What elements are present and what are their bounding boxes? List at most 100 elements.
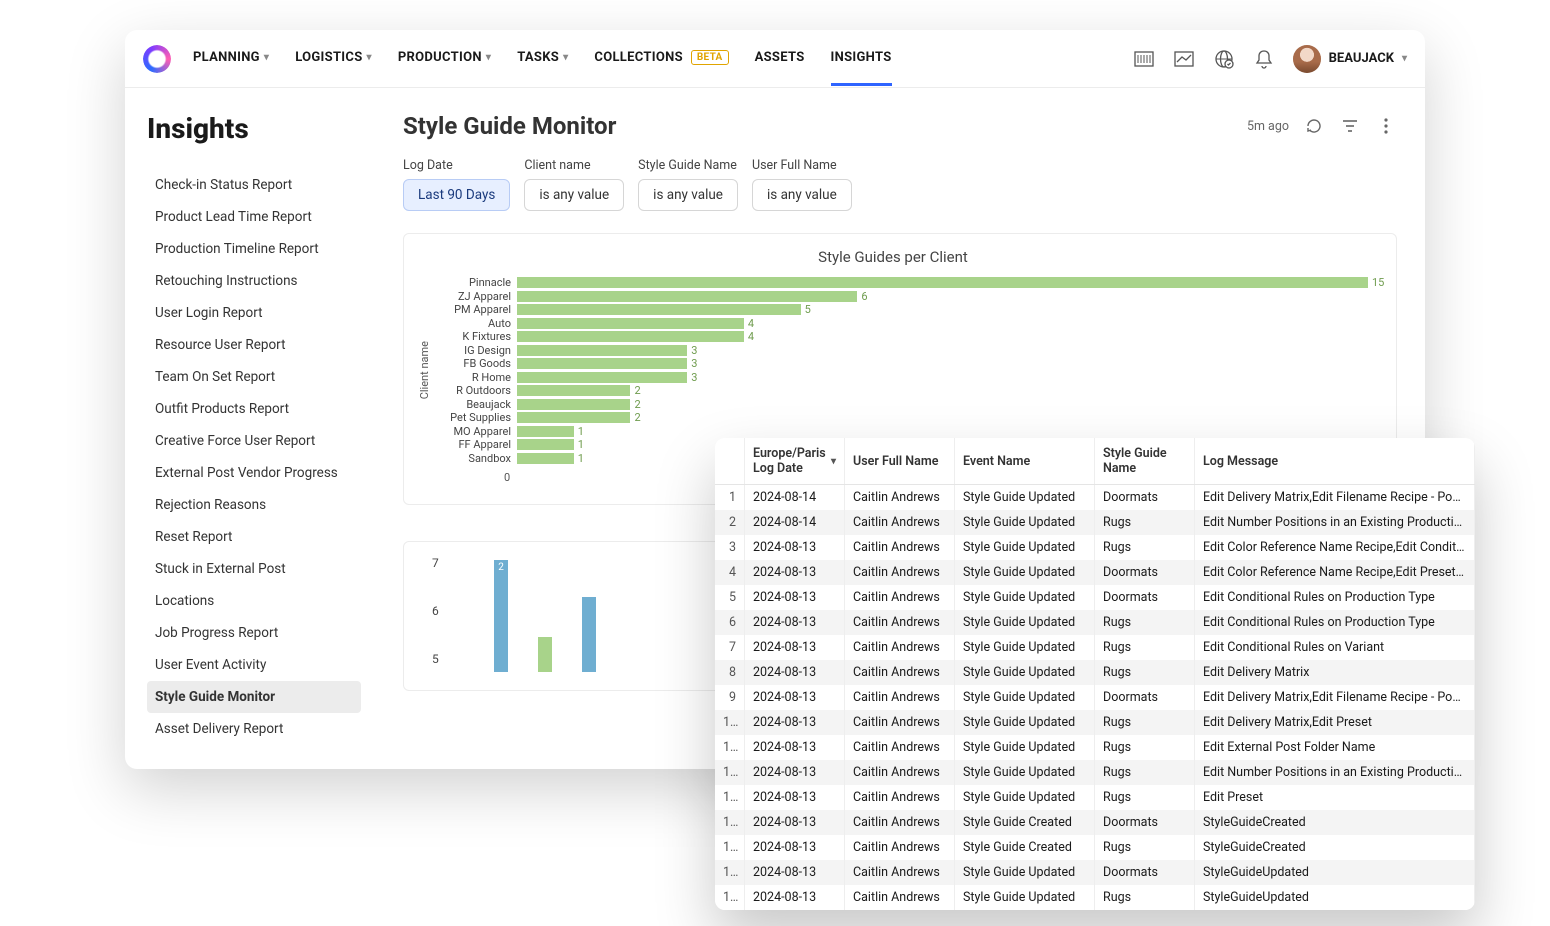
filter-pill[interactable]: Last 90 Days [403,179,510,211]
chart-category: PM Apparel [437,303,517,316]
chart-bar[interactable]: 1 [517,439,574,450]
sidebar-item[interactable]: User Event Activity [147,649,361,681]
filter-pill[interactable]: is any value [752,179,852,211]
col-event[interactable]: Event Name [955,438,1095,484]
chart-row: R Outdoors2 [437,384,1368,398]
table-row[interactable]: 52024-08-13Caitlin AndrewsStyle Guide Up… [715,585,1475,610]
chart-bar[interactable]: 4 [517,318,744,329]
table-row[interactable]: 162024-08-13Caitlin AndrewsStyle Guide U… [715,860,1475,885]
sidebar-item[interactable]: Job Progress Report [147,617,361,649]
table-row[interactable]: 102024-08-13Caitlin AndrewsStyle Guide U… [715,710,1475,735]
nav-insights[interactable]: INSIGHTS [831,32,892,86]
lower-bar[interactable] [582,597,596,672]
filter-label: Style Guide Name [638,158,738,173]
sidebar-item[interactable]: User Login Report [147,297,361,329]
filter-pill[interactable]: is any value [638,179,738,211]
sidebar-item[interactable]: Rejection Reasons [147,489,361,521]
barcode-icon[interactable] [1133,48,1155,70]
chart-value: 4 [748,330,754,343]
chart-bar[interactable]: 3 [517,372,687,383]
col-user[interactable]: User Full Name [845,438,955,484]
filter-icon[interactable] [1339,115,1361,137]
top-nav: PLANNING▾ LOGISTICS▾ PRODUCTION▾ TASKS▾ COLL… [125,30,1425,88]
sidebar-item[interactable]: Production Timeline Report [147,233,361,265]
table-row[interactable]: 12024-08-14Caitlin AndrewsStyle Guide Up… [715,485,1475,510]
lower-bars: 2 [494,562,596,672]
chart-value: 3 [691,344,697,357]
more-icon[interactable] [1375,115,1397,137]
chart-bar[interactable]: 3 [517,345,687,356]
sidebar-item[interactable]: Resource User Report [147,329,361,361]
col-msg[interactable]: Log Message [1195,438,1475,484]
sidebar-item[interactable]: Creative Force User Report [147,425,361,457]
chart-bar[interactable]: 1 [517,426,574,437]
user-menu[interactable]: BEAUJACK ▾ [1293,45,1407,73]
sidebar-item[interactable]: Locations [147,585,361,617]
sidebar-item[interactable]: Stuck in External Post [147,553,361,585]
chart-category: R Home [437,371,517,384]
table-row[interactable]: 132024-08-13Caitlin AndrewsStyle Guide U… [715,785,1475,810]
page-title: Style Guide Monitor [403,112,616,140]
nav-tasks[interactable]: TASKS▾ [517,32,568,86]
table-row[interactable]: 112024-08-13Caitlin AndrewsStyle Guide U… [715,735,1475,760]
table-row[interactable]: 142024-08-13Caitlin AndrewsStyle Guide C… [715,810,1475,835]
chart-value: 1 [578,425,584,438]
sidebar-item[interactable]: Asset Delivery Report [147,713,361,745]
col-style[interactable]: Style Guide Name [1095,438,1195,484]
lower-bar[interactable] [538,637,552,672]
chart-bar[interactable]: 2 [517,412,630,423]
sidebar-item[interactable]: Check-in Status Report [147,169,361,201]
nav-logistics[interactable]: LOGISTICS▾ [295,32,372,86]
sidebar-item[interactable]: Product Lead Time Report [147,201,361,233]
table-row[interactable]: 72024-08-13Caitlin AndrewsStyle Guide Up… [715,635,1475,660]
bell-icon[interactable] [1253,48,1275,70]
chart-row: FB Goods3 [437,357,1368,371]
filter-bar: Log DateLast 90 DaysClient nameis any va… [403,158,1397,211]
chart-value: 3 [691,357,697,370]
chart-bar[interactable]: 3 [517,358,687,369]
nav-collections[interactable]: COLLECTIONSBETA [594,32,728,86]
globe-icon[interactable] [1213,48,1235,70]
table-row[interactable]: 92024-08-13Caitlin AndrewsStyle Guide Up… [715,685,1475,710]
chart-bar[interactable]: 5 [517,304,801,315]
sidebar-item[interactable]: Outfit Products Report [147,393,361,425]
chart-icon[interactable] [1173,48,1195,70]
chart-value: 3 [691,371,697,384]
chart-bar[interactable]: 4 [517,331,744,342]
col-log-date[interactable]: Europe/Paris Log Date ▾ [745,438,845,484]
col-index[interactable] [715,438,745,484]
sidebar-item[interactable]: Style Guide Monitor [147,681,361,713]
chart-ylabel: Client name [418,341,431,399]
table-row[interactable]: 152024-08-13Caitlin AndrewsStyle Guide C… [715,835,1475,860]
table-row[interactable]: 22024-08-14Caitlin AndrewsStyle Guide Up… [715,510,1475,535]
nav-production[interactable]: PRODUCTION▾ [398,32,491,86]
chart-value: 5 [805,303,811,316]
chart-value: 2 [634,411,640,424]
chart-bar[interactable]: 6 [517,291,857,302]
chart-category: Pinnacle [437,276,517,289]
chart-bar[interactable]: 2 [517,399,630,410]
sidebar-item[interactable]: Retouching Instructions [147,265,361,297]
nav-assets[interactable]: ASSETS [755,32,805,86]
table-row[interactable]: 122024-08-13Caitlin AndrewsStyle Guide U… [715,760,1475,785]
table-row[interactable]: 82024-08-13Caitlin AndrewsStyle Guide Up… [715,660,1475,685]
nav-planning[interactable]: PLANNING▾ [193,32,269,86]
sidebar-item[interactable]: Team On Set Report [147,361,361,393]
sidebar-item[interactable]: External Post Vendor Progress [147,457,361,489]
filter-pill[interactable]: is any value [524,179,624,211]
logo-icon[interactable] [143,45,171,73]
beta-badge: BETA [691,50,729,65]
table-row[interactable]: 42024-08-13Caitlin AndrewsStyle Guide Up… [715,560,1475,585]
sidebar-item[interactable]: Reset Report [147,521,361,553]
lower-yticks: 765 [432,556,439,666]
table-row[interactable]: 32024-08-13Caitlin AndrewsStyle Guide Up… [715,535,1475,560]
table-row[interactable]: 62024-08-13Caitlin AndrewsStyle Guide Up… [715,610,1475,635]
chart-bar[interactable]: 15 [517,277,1368,288]
lower-bar[interactable]: 2 [494,562,508,672]
chart-bar[interactable]: 1 [517,453,574,464]
table-row[interactable]: 172024-08-13Caitlin AndrewsStyle Guide U… [715,885,1475,910]
chart-rows: Pinnacle15ZJ Apparel6PM Apparel5Auto4K F… [437,276,1368,465]
refresh-icon[interactable] [1303,115,1325,137]
chart-bar[interactable]: 2 [517,385,630,396]
chart-row: Pet Supplies2 [437,411,1368,425]
